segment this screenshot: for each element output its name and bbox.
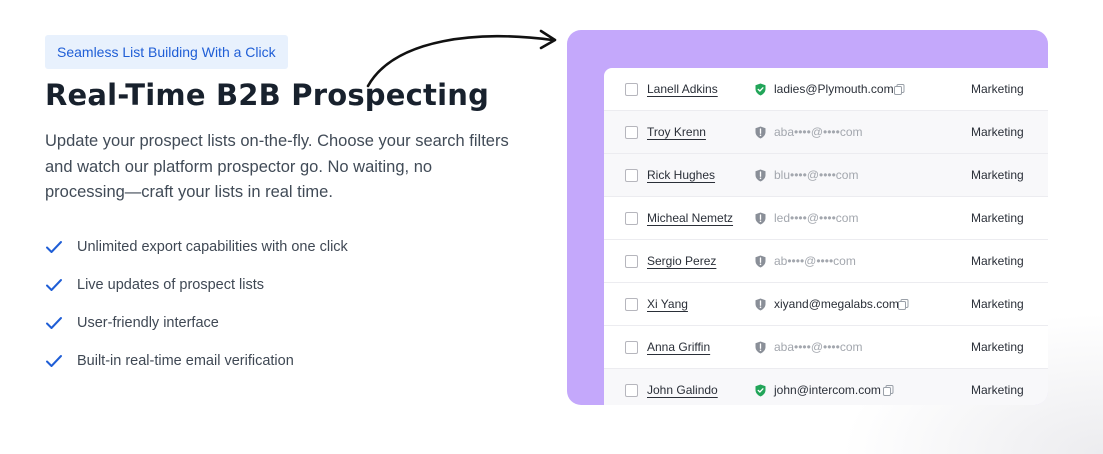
feature-item: Live updates of prospect lists	[45, 266, 348, 304]
section-description: Update your prospect lists on-the-fly. C…	[45, 132, 509, 201]
prospect-email: aba••••@••••com	[774, 125, 863, 139]
verified-shield-icon	[755, 83, 766, 95]
prospect-department: Marketing	[971, 297, 1024, 311]
verified-shield-icon	[755, 384, 766, 396]
table-row[interactable]: Lanell Adkins ladies@Plymouth.com Market…	[604, 68, 1048, 111]
row-checkbox[interactable]	[625, 340, 638, 354]
checkmark-icon	[45, 313, 65, 333]
shield-icon	[755, 126, 766, 138]
table-row[interactable]: Anna Griffin aba••••@••••com Marketing	[604, 326, 1048, 369]
shield-icon	[755, 341, 766, 353]
row-checkbox[interactable]	[625, 297, 638, 311]
prospect-name[interactable]: Lanell Adkins	[647, 82, 718, 96]
row-checkbox[interactable]	[625, 168, 638, 182]
shield-icon	[755, 255, 766, 267]
checkmark-icon	[45, 351, 65, 371]
copy-icon[interactable]	[898, 298, 909, 310]
checkmark-icon	[45, 275, 65, 295]
table-row[interactable]: Xi Yang xiyand@megalabs.com Marketing	[604, 283, 1048, 326]
feature-text: Built-in real-time email verification	[77, 353, 294, 369]
prospect-email: ab••••@••••com	[774, 254, 856, 268]
table-row[interactable]: Sergio Perez ab••••@••••com Marketing	[604, 240, 1048, 283]
prospect-department: Marketing	[971, 125, 1024, 139]
feature-item: User-friendly interface	[45, 304, 348, 342]
copy-icon[interactable]	[883, 384, 894, 396]
shield-icon	[755, 298, 766, 310]
prospect-email: aba••••@••••com	[774, 340, 863, 354]
row-checkbox[interactable]	[625, 254, 638, 268]
prospect-department: Marketing	[971, 254, 1024, 268]
prospect-name[interactable]: John Galindo	[647, 383, 718, 397]
prospect-email: ladies@Plymouth.com	[774, 82, 894, 96]
prospect-department: Marketing	[971, 82, 1024, 96]
product-preview-panel: Lanell Adkins ladies@Plymouth.com Market…	[567, 30, 1048, 405]
prospect-department: Marketing	[971, 168, 1024, 182]
feature-item: Unlimited export capabilities with one c…	[45, 228, 348, 266]
table-row[interactable]: John Galindo john@intercom.com Marketing	[604, 369, 1048, 405]
row-checkbox[interactable]	[625, 82, 638, 96]
curved-arrow-icon	[366, 29, 557, 88]
row-checkbox[interactable]	[625, 383, 638, 397]
feature-text: Live updates of prospect lists	[77, 277, 264, 293]
prospect-name[interactable]: Rick Hughes	[647, 168, 715, 182]
table-row[interactable]: Micheal Nemetz led••••@••••com Marketing	[604, 197, 1048, 240]
prospect-name[interactable]: Xi Yang	[647, 297, 688, 311]
prospect-email: john@intercom.com	[774, 383, 881, 397]
row-checkbox[interactable]	[625, 125, 638, 139]
table-row[interactable]: Rick Hughes blu••••@••••com Marketing	[604, 154, 1048, 197]
table-row[interactable]: Troy Krenn aba••••@••••com Marketing	[604, 111, 1048, 154]
prospect-department: Marketing	[971, 211, 1024, 225]
checkmark-icon	[45, 237, 65, 257]
section-badge: Seamless List Building With a Click	[45, 35, 288, 69]
prospect-name[interactable]: Sergio Perez	[647, 254, 716, 268]
prospect-email: xiyand@megalabs.com	[774, 297, 899, 311]
prospect-department: Marketing	[971, 383, 1024, 397]
feature-list: Unlimited export capabilities with one c…	[45, 228, 348, 380]
prospect-table: Lanell Adkins ladies@Plymouth.com Market…	[604, 68, 1048, 405]
feature-text: User-friendly interface	[77, 315, 219, 331]
feature-item: Built-in real-time email verification	[45, 342, 348, 380]
copy-icon[interactable]	[894, 83, 905, 95]
row-checkbox[interactable]	[625, 211, 638, 225]
prospect-name[interactable]: Anna Griffin	[647, 340, 710, 354]
shield-icon	[755, 169, 766, 181]
prospect-name[interactable]: Micheal Nemetz	[647, 211, 733, 225]
shield-icon	[755, 212, 766, 224]
feature-text: Unlimited export capabilities with one c…	[77, 239, 348, 255]
prospect-email: blu••••@••••com	[774, 168, 859, 182]
prospect-email: led••••@••••com	[774, 211, 859, 225]
prospect-department: Marketing	[971, 340, 1024, 354]
prospect-name[interactable]: Troy Krenn	[647, 125, 706, 139]
